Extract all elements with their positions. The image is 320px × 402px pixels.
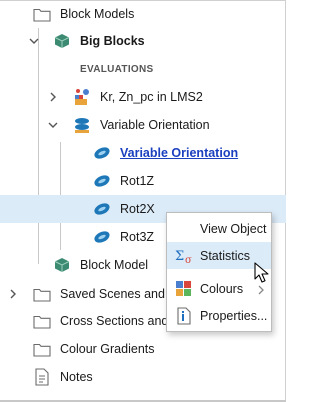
block-model-icon bbox=[52, 31, 72, 51]
chevron-right-icon[interactable] bbox=[7, 288, 19, 300]
folder-icon bbox=[32, 4, 52, 24]
ellipsoid-icon bbox=[92, 171, 112, 191]
ellipsoid-icon bbox=[92, 199, 112, 219]
note-icon bbox=[32, 367, 52, 387]
tree-item-label: Big Blocks bbox=[80, 34, 145, 48]
section-header-label: EVALUATIONS bbox=[80, 63, 154, 75]
statistics-icon: Σ σ bbox=[175, 247, 193, 265]
tree-item-label: Block Model bbox=[80, 258, 149, 272]
tree-item-colour-gradients[interactable]: Colour Gradients bbox=[0, 335, 286, 363]
chevron-down-icon[interactable] bbox=[28, 35, 40, 47]
tree-item-variable-orientation-child[interactable]: Variable Orientation bbox=[0, 139, 286, 167]
tree-item-label: Kr, Zn_pc in LMS2 bbox=[100, 90, 203, 104]
tree-item-label: Saved Scenes and M bbox=[60, 287, 179, 301]
tree-item-label: Variable Orientation bbox=[100, 118, 210, 132]
mouse-cursor-icon bbox=[254, 262, 270, 284]
tree-item-rot1z[interactable]: Rot1Z bbox=[0, 167, 286, 195]
ellipsoid-icon bbox=[92, 227, 112, 247]
folder-icon bbox=[32, 284, 52, 304]
menu-item-view-object[interactable]: View Object bbox=[167, 215, 271, 242]
tree-item-big-blocks[interactable]: Big Blocks bbox=[0, 27, 286, 55]
folder-icon bbox=[32, 339, 52, 359]
kriging-estimator-icon bbox=[72, 87, 92, 107]
tree-item-label: Rot1Z bbox=[120, 174, 155, 188]
menu-item-label: View Object bbox=[200, 221, 267, 236]
chevron-right-icon bbox=[257, 284, 265, 294]
ellipsoid-icon bbox=[92, 143, 112, 163]
tree-item-label: Rot3Z bbox=[120, 230, 155, 244]
menu-item-label: Colours bbox=[200, 281, 244, 296]
chevron-down-icon[interactable] bbox=[47, 119, 59, 131]
svg-text:σ: σ bbox=[185, 255, 192, 264]
tree-item-notes[interactable]: Notes bbox=[0, 363, 286, 391]
tree-item-link[interactable]: Variable Orientation bbox=[120, 146, 238, 160]
folder-icon bbox=[32, 311, 52, 331]
menu-item-label: Statistics bbox=[200, 248, 251, 263]
tree-item-variable-orientation[interactable]: Variable Orientation bbox=[0, 111, 286, 139]
tree-item-kr-zn[interactable]: Kr, Zn_pc in LMS2 bbox=[0, 83, 286, 111]
tree-item-label: Colour Gradients bbox=[60, 342, 155, 356]
svg-text:Σ: Σ bbox=[175, 249, 184, 264]
tree-item-label: Cross Sections and bbox=[60, 314, 169, 328]
tree-item-label: Notes bbox=[60, 370, 93, 384]
tree-item-label: Rot2X bbox=[120, 202, 155, 216]
tree-item-block-models[interactable]: Block Models bbox=[0, 0, 286, 28]
properties-icon bbox=[175, 306, 193, 325]
menu-item-label: Properties... bbox=[200, 308, 268, 323]
block-model-icon bbox=[52, 255, 72, 275]
chevron-right-icon[interactable] bbox=[47, 91, 59, 103]
colour-palette-icon bbox=[175, 280, 193, 298]
section-header-evaluations: EVALUATIONS bbox=[0, 55, 286, 83]
variable-orientation-icon bbox=[72, 115, 92, 135]
tree-item-label: Block Models bbox=[60, 7, 135, 21]
menu-item-properties[interactable]: Properties... bbox=[167, 302, 271, 329]
